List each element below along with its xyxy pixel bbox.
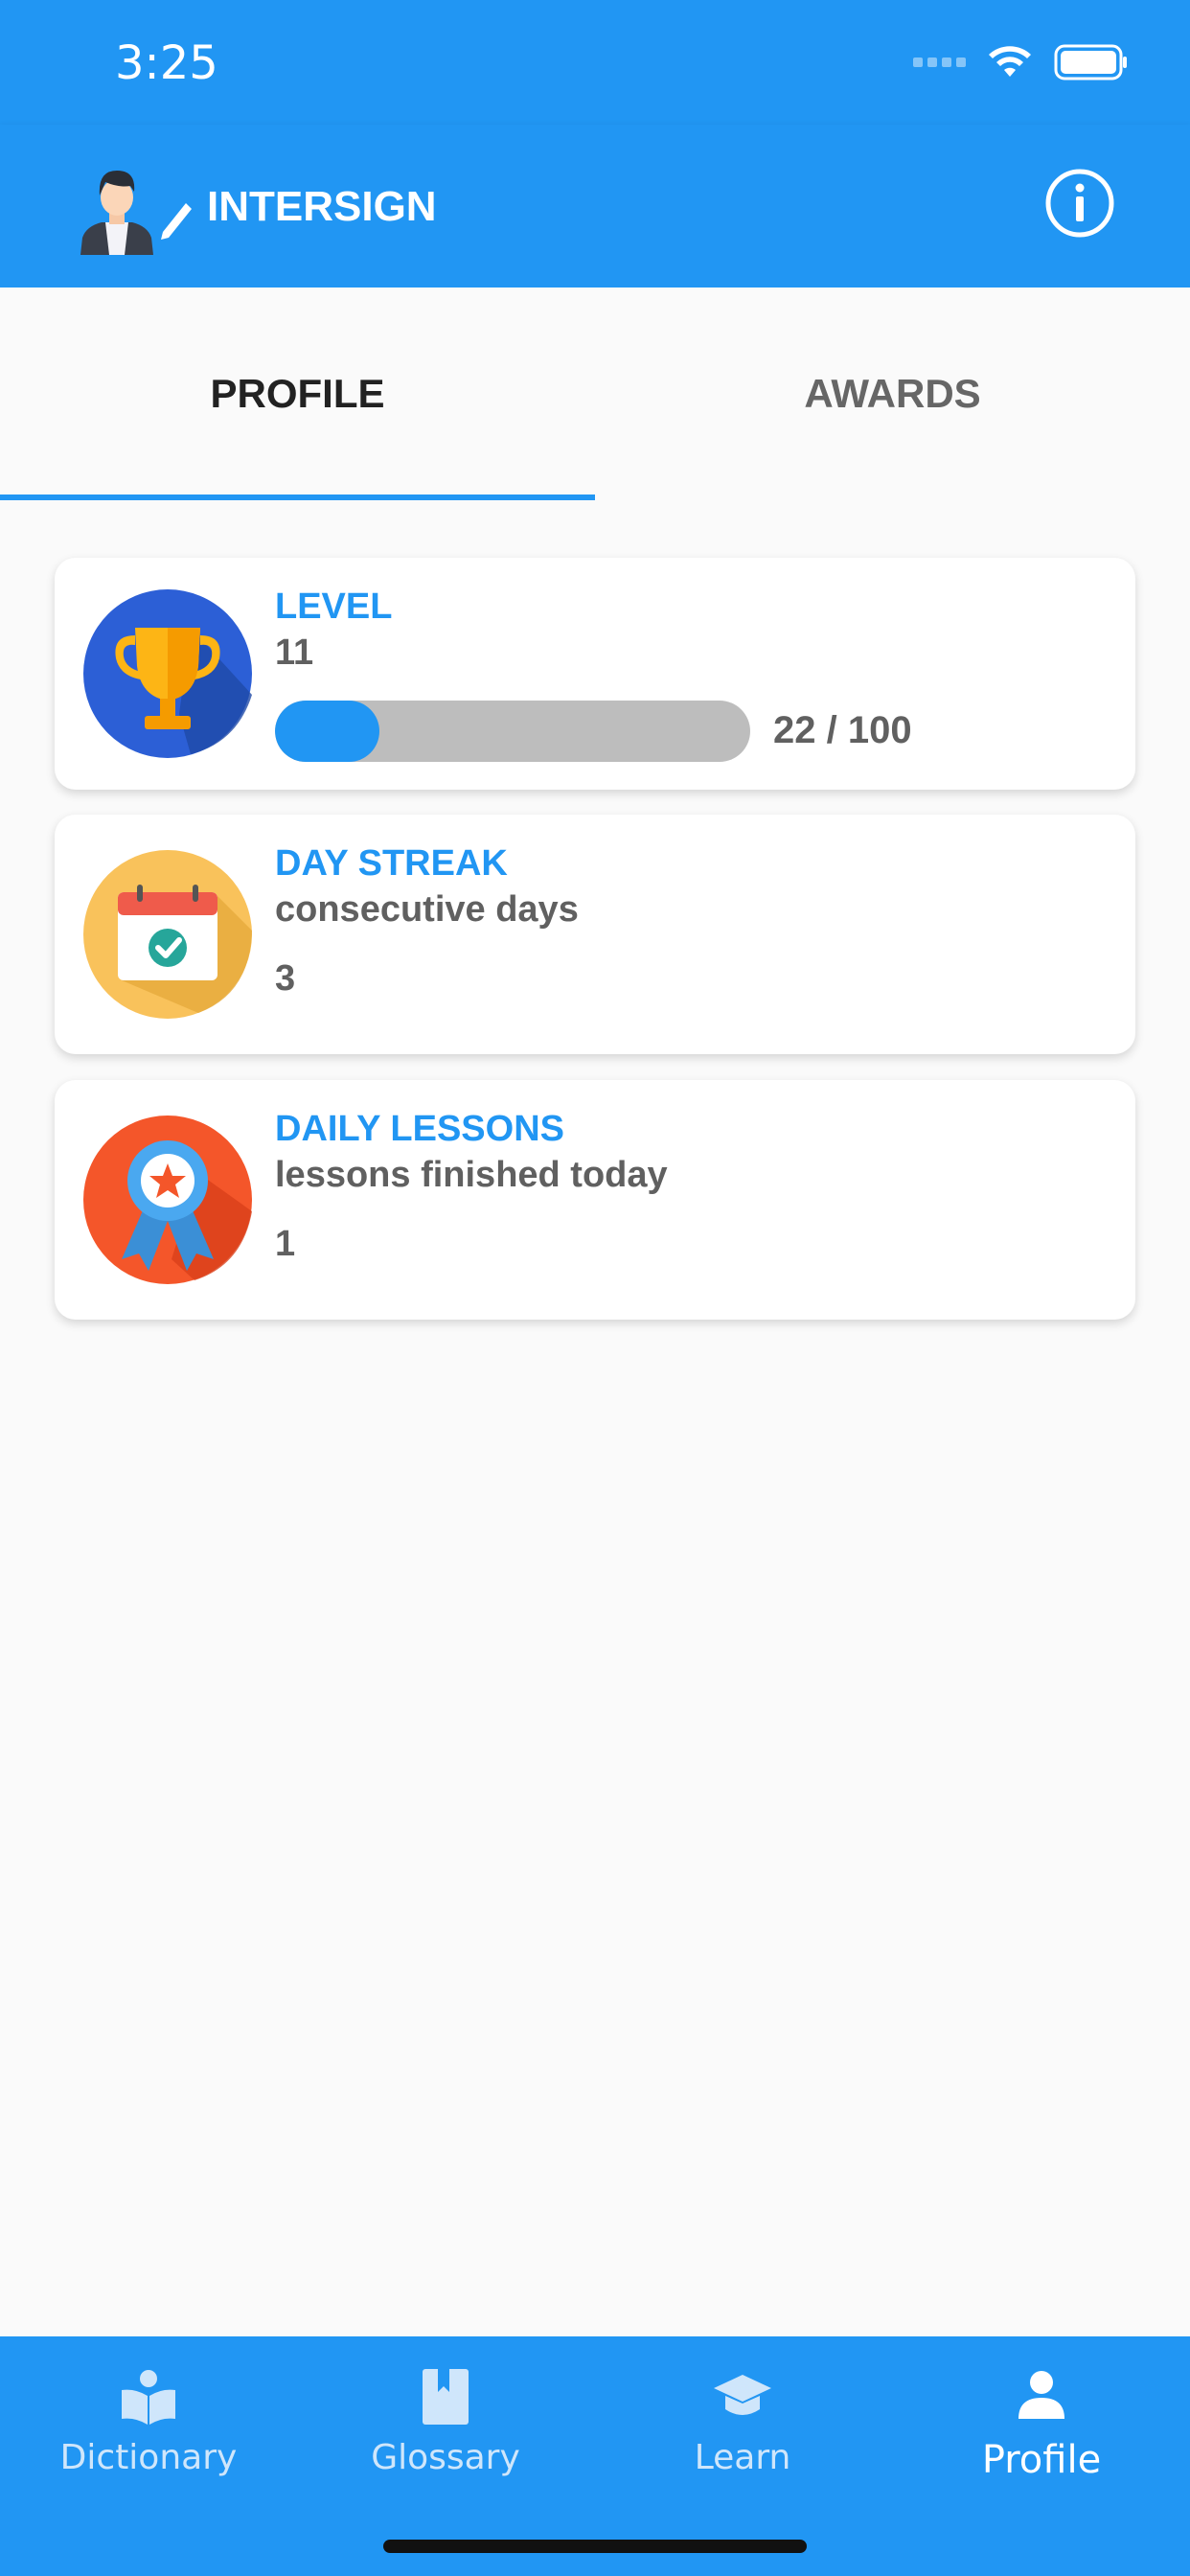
nav-profile-label: Profile bbox=[981, 2438, 1102, 2482]
bookmark-book-icon bbox=[423, 2369, 469, 2425]
daily-lessons-value: 1 bbox=[275, 1224, 296, 1264]
info-icon[interactable] bbox=[1044, 168, 1115, 239]
nav-glossary[interactable]: Glossary bbox=[297, 2336, 594, 2509]
level-title: LEVEL bbox=[275, 586, 393, 627]
level-card: LEVEL 11 22 / 100 bbox=[55, 558, 1135, 790]
day-streak-value: 3 bbox=[275, 958, 296, 999]
day-streak-title: DAY STREAK bbox=[275, 843, 508, 884]
brand: INTERSIGN bbox=[77, 159, 437, 255]
level-progress-bar bbox=[275, 701, 750, 762]
tab-profile[interactable]: PROFILE bbox=[0, 288, 595, 500]
home-indicator bbox=[383, 2540, 807, 2553]
avatar-signer-icon bbox=[80, 171, 192, 255]
level-value: 11 bbox=[275, 632, 314, 673]
person-icon bbox=[1018, 2371, 1064, 2419]
status-bar: 3:25 bbox=[0, 0, 1190, 125]
day-streak-card: DAY STREAK consecutive days 3 bbox=[55, 815, 1135, 1054]
daily-lessons-subtitle: lessons finished today bbox=[275, 1155, 668, 1195]
level-progress-text: 22 / 100 bbox=[773, 709, 912, 751]
nav-profile[interactable]: Profile bbox=[893, 2336, 1190, 2509]
award-ribbon-icon bbox=[83, 1116, 252, 1284]
battery-icon bbox=[1054, 44, 1127, 80]
signal-icon bbox=[913, 58, 966, 67]
nav-learn-label: Learn bbox=[694, 2438, 791, 2477]
level-progress-fill bbox=[275, 701, 380, 762]
app-title: INTERSIGN bbox=[207, 183, 437, 230]
wifi-icon bbox=[989, 46, 1031, 77]
nav-dictionary-label: Dictionary bbox=[59, 2438, 238, 2477]
nav-dictionary[interactable]: Dictionary bbox=[0, 2336, 297, 2509]
tab-awards[interactable]: AWARDS bbox=[595, 288, 1190, 500]
nav-learn[interactable]: Learn bbox=[594, 2336, 891, 2509]
nav-glossary-label: Glossary bbox=[371, 2438, 520, 2477]
tab-bar: PROFILE AWARDS bbox=[0, 288, 1190, 500]
day-streak-subtitle: consecutive days bbox=[275, 889, 579, 930]
trophy-icon bbox=[83, 589, 252, 758]
calendar-check-icon bbox=[83, 850, 252, 1019]
status-icons bbox=[913, 44, 1129, 80]
app-bar: INTERSIGN bbox=[0, 125, 1190, 288]
graduation-cap-icon bbox=[714, 2375, 771, 2415]
open-book-icon bbox=[122, 2370, 175, 2425]
daily-lessons-title: DAILY LESSONS bbox=[275, 1109, 564, 1149]
status-time: 3:25 bbox=[115, 36, 218, 90]
daily-lessons-card: DAILY LESSONS lessons finished today 1 bbox=[55, 1080, 1135, 1320]
tab-indicator bbox=[0, 494, 595, 500]
